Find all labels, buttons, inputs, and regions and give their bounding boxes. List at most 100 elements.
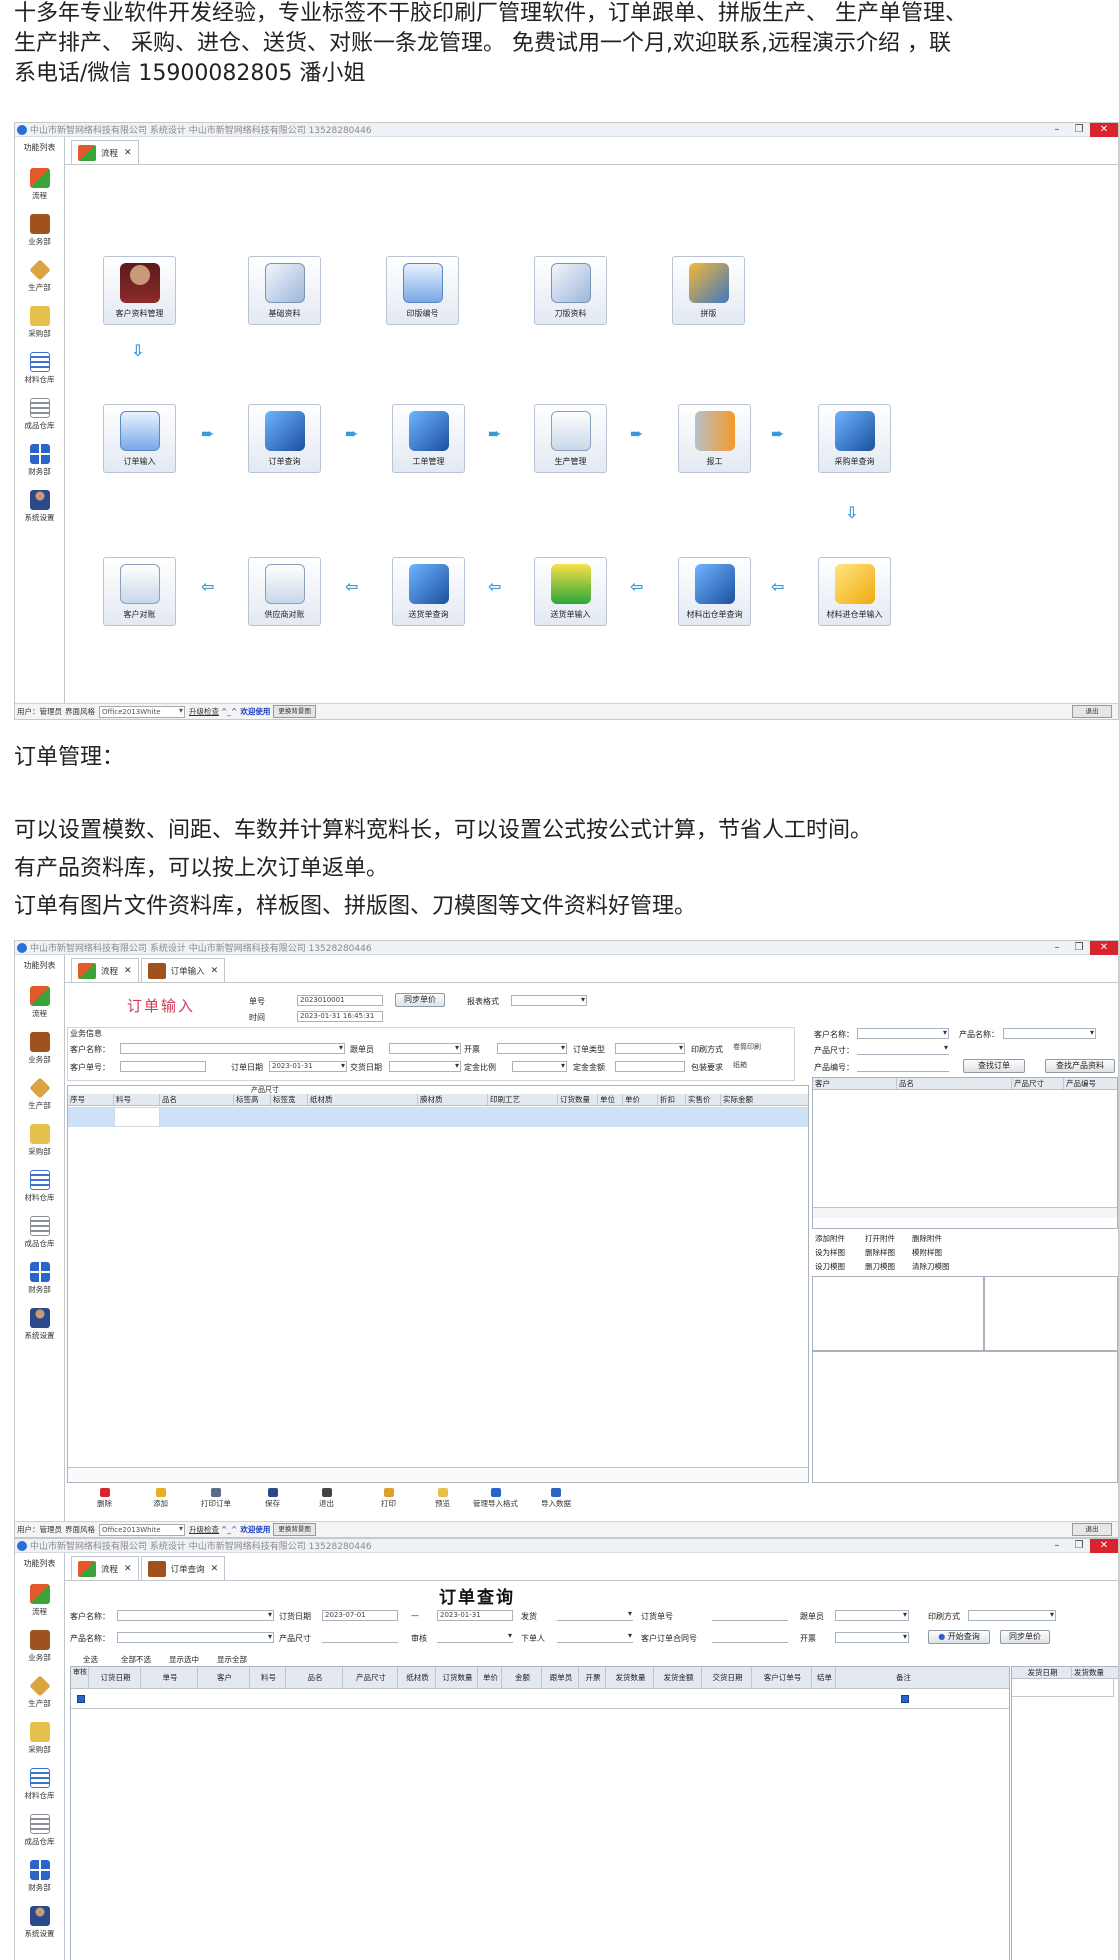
sidebar-item-business[interactable]: 业务部	[15, 207, 64, 253]
save-button[interactable]: 保存	[265, 1488, 280, 1509]
column-header[interactable]: 料号	[250, 1667, 286, 1688]
column-header[interactable]: 实售价	[686, 1094, 721, 1105]
restore-button[interactable]: ❐	[1068, 123, 1090, 137]
column-header[interactable]: 发货日期	[1012, 1667, 1072, 1678]
flow-node-supplier-recon[interactable]: 供应商对账	[248, 557, 321, 626]
column-header[interactable]: 产品尺寸	[1012, 1078, 1064, 1089]
sidebar-item-production[interactable]: 生产部	[15, 253, 64, 299]
delete-die-image-link[interactable]: 删刀模图	[865, 1261, 895, 1272]
close-button[interactable]: ✕	[1090, 1539, 1118, 1553]
flow-node-order-query[interactable]: 订单查询	[248, 404, 321, 473]
close-button[interactable]: ✕	[1090, 941, 1118, 955]
sidebar-item-business[interactable]: 业务部	[15, 1025, 64, 1071]
column-header[interactable]: 发货金额	[654, 1667, 702, 1688]
sidebar-item-material-warehouse[interactable]: 材料仓库	[15, 345, 64, 391]
upgrade-check-link[interactable]: 升级检查	[189, 706, 219, 717]
tab-close-icon[interactable]: ✕	[211, 1564, 219, 1574]
tab-close-icon[interactable]: ✕	[124, 148, 132, 158]
report-format-select[interactable]	[511, 995, 587, 1006]
show-all-link[interactable]: 显示全部	[217, 1654, 247, 1665]
sidebar-item-flow[interactable]: 流程	[15, 161, 64, 207]
show-selected-link[interactable]: 显示选中	[169, 1654, 199, 1665]
flow-node-print-no[interactable]: 印版编号	[386, 256, 459, 325]
column-header[interactable]: 膜材质	[418, 1094, 488, 1105]
audit-select[interactable]	[437, 1632, 513, 1643]
sidebar-item-product-warehouse[interactable]: 成品仓库	[15, 1209, 64, 1255]
column-header[interactable]: 单位	[598, 1094, 623, 1105]
order-type-select[interactable]	[615, 1043, 685, 1054]
change-background-button[interactable]: 更换背景图	[273, 1523, 316, 1536]
column-header[interactable]: 发货数量	[1072, 1667, 1118, 1678]
column-header[interactable]: 发货数量	[606, 1667, 654, 1688]
column-header[interactable]: 备注	[836, 1667, 969, 1688]
date-to-field[interactable]: 2023-01-31	[437, 1610, 513, 1621]
flow-node-material-in-input[interactable]: 材料进仓单输入	[818, 557, 891, 626]
horizontal-scrollbar[interactable]	[813, 1207, 1117, 1218]
flow-node-material-query[interactable]: 材料出仓单查询	[678, 557, 751, 626]
close-button[interactable]: ✕	[1090, 123, 1118, 137]
column-header[interactable]: 产品尺寸	[343, 1667, 398, 1688]
column-header[interactable]: 金额	[502, 1667, 542, 1688]
sidebar-item-material-warehouse[interactable]: 材料仓库	[15, 1761, 64, 1807]
table-row[interactable]	[71, 1689, 1009, 1709]
table-cell-active[interactable]	[114, 1107, 160, 1127]
delivery-date-field[interactable]	[389, 1061, 461, 1072]
column-header[interactable]: 纸材质	[398, 1667, 436, 1688]
deposit-amount-field[interactable]	[615, 1061, 685, 1072]
tab-flow[interactable]: 流程 ✕	[71, 958, 139, 982]
column-header[interactable]: 品名	[160, 1094, 234, 1105]
tab-order-query[interactable]: 订单查询 ✕	[140, 1556, 226, 1580]
column-header[interactable]: 单价	[478, 1667, 502, 1688]
tab-close-icon[interactable]: ✕	[211, 966, 219, 976]
table-row[interactable]	[68, 1107, 808, 1127]
flow-node-layout[interactable]: 拼版	[672, 256, 745, 325]
column-header[interactable]: 客户订单号	[752, 1667, 812, 1688]
column-header[interactable]: 订货数量	[436, 1667, 478, 1688]
layout-sample-link[interactable]: 模附样图	[912, 1247, 942, 1258]
column-header[interactable]: 品名	[286, 1667, 343, 1688]
follower-select[interactable]	[389, 1043, 461, 1054]
sidebar-item-purchase[interactable]: 采购部	[15, 1117, 64, 1163]
contract-field[interactable]	[712, 1632, 788, 1643]
flow-node-purchase-query[interactable]: 采购单查询	[818, 404, 891, 473]
select-all-link[interactable]: 全选	[83, 1654, 98, 1665]
column-header[interactable]: 单价	[623, 1094, 658, 1105]
sidebar-item-settings[interactable]: 系统设置	[15, 1301, 64, 1347]
flow-node-report-work[interactable]: 报工	[678, 404, 751, 473]
sidebar-item-purchase[interactable]: 采购部	[15, 1715, 64, 1761]
print-order-button[interactable]: 打印订单	[201, 1488, 231, 1509]
right-code-field[interactable]	[857, 1061, 949, 1072]
tab-flow[interactable]: 流程 ✕	[71, 1556, 139, 1580]
sidebar-item-settings[interactable]: 系统设置	[15, 483, 64, 529]
manage-import-format-button[interactable]: 管理导入格式	[473, 1488, 518, 1509]
column-header[interactable]: 纸材质	[308, 1094, 418, 1105]
print-button[interactable]: 打印	[381, 1488, 396, 1509]
deposit-ratio-select[interactable]	[512, 1061, 567, 1072]
tab-order-input[interactable]: 订单输入 ✕	[140, 958, 226, 982]
column-header[interactable]: 印刷工艺	[488, 1094, 558, 1105]
column-header[interactable]: 标签高	[234, 1094, 271, 1105]
delivery-select[interactable]	[557, 1610, 633, 1621]
upgrade-check-link[interactable]: 升级检查	[189, 1524, 219, 1535]
sync-price-button[interactable]: 同步单价	[1000, 1630, 1050, 1644]
flow-node-work-order[interactable]: 工单管理	[392, 404, 465, 473]
column-header[interactable]: 交货日期	[702, 1667, 752, 1688]
open-attachment-link[interactable]: 打开附件	[865, 1233, 895, 1244]
clear-die-image-link[interactable]: 清除刀模图	[912, 1261, 950, 1272]
add-button[interactable]: 添加	[153, 1488, 168, 1509]
invoice-select[interactable]	[835, 1632, 909, 1643]
flow-node-die[interactable]: 刀版资料	[534, 256, 607, 325]
order-query-grid[interactable]	[70, 1666, 1010, 1960]
sync-price-button[interactable]: 同步单价	[395, 993, 445, 1007]
column-header[interactable]: 单号	[141, 1667, 198, 1688]
column-header[interactable]: 料号	[114, 1094, 160, 1105]
sidebar-item-finance[interactable]: 财务部	[15, 1255, 64, 1301]
sidebar-item-production[interactable]: 生产部	[15, 1669, 64, 1715]
placer-select[interactable]	[557, 1632, 633, 1643]
exit-button[interactable]: 退出	[319, 1488, 334, 1509]
import-data-button[interactable]: 导入数据	[541, 1488, 571, 1509]
flow-node-delivery-input[interactable]: 送货单输入	[534, 557, 607, 626]
restore-button[interactable]: ❐	[1068, 1539, 1090, 1553]
flow-node-customer[interactable]: 客户资料管理	[103, 256, 176, 325]
column-header[interactable]: 客户	[813, 1078, 897, 1089]
